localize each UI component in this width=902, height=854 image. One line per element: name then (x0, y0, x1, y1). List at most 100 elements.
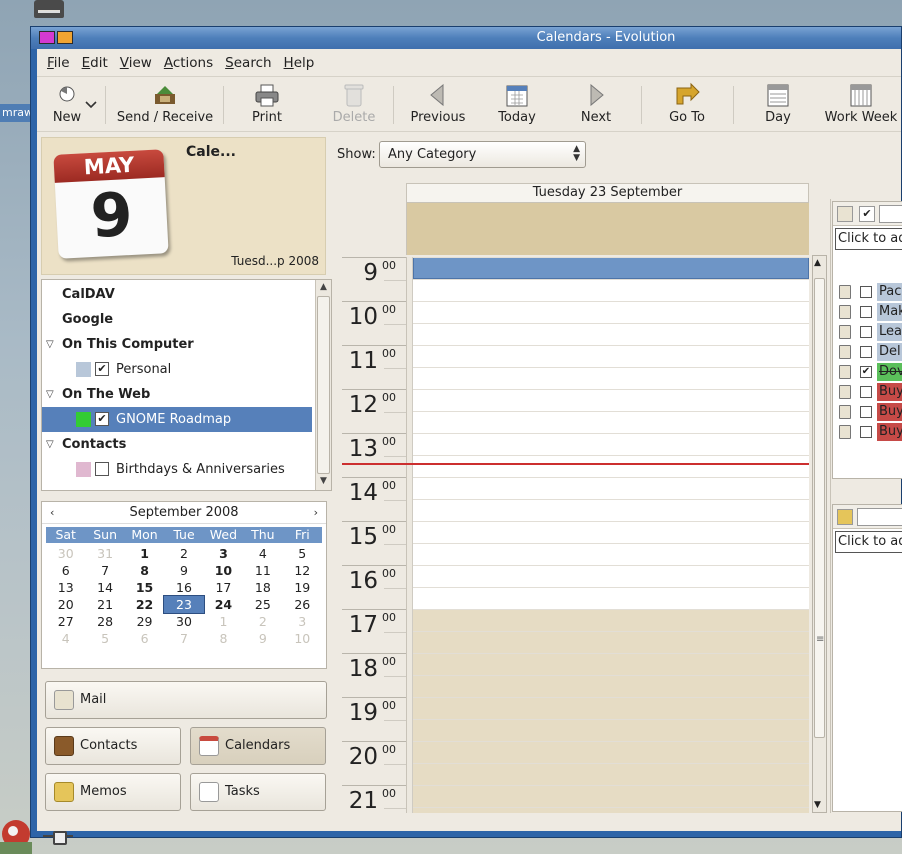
task-row[interactable]: Del (833, 342, 902, 362)
calendar-day[interactable]: 2 (164, 545, 203, 562)
source-item-gnome-roadmap[interactable]: ✔ GNOME Roadmap (42, 407, 312, 432)
calendar-day[interactable]: 8 (204, 630, 243, 647)
menu-edit[interactable]: Edit (76, 55, 114, 71)
print-button[interactable]: Print (233, 80, 301, 128)
calendar-day[interactable]: 10 (283, 630, 322, 647)
source-list-scrollbar[interactable]: ▲ ▼ (315, 280, 331, 490)
calendar-day[interactable]: 30 (46, 545, 85, 562)
time-slot[interactable] (413, 587, 809, 609)
calendar-day[interactable]: 17 (204, 579, 243, 596)
work-week-button[interactable]: Work Week (819, 80, 902, 128)
calendar-day[interactable]: 13 (46, 579, 85, 596)
calendar-day[interactable]: 29 (125, 613, 164, 630)
task-checkbox[interactable] (860, 346, 872, 358)
task-row[interactable]: Buy (833, 402, 902, 422)
time-slot[interactable] (413, 433, 809, 455)
all-day-events-area[interactable] (406, 203, 809, 255)
memo-type-column-icon[interactable] (837, 509, 853, 525)
calendar-day[interactable]: 31 (85, 545, 124, 562)
prev-month-button[interactable]: ‹ (50, 506, 54, 519)
calendar-day[interactable]: 3 (283, 613, 322, 630)
source-item-personal[interactable]: ✔ Personal (42, 357, 312, 382)
summary-column-header[interactable] (857, 508, 902, 526)
scrollbar-thumb[interactable] (814, 278, 825, 738)
time-slot[interactable] (413, 323, 809, 345)
calendar-day[interactable]: 23 (163, 595, 205, 614)
calendar-day[interactable]: 5 (283, 545, 322, 562)
calendar-day[interactable]: 1 (204, 613, 243, 630)
source-group-on-the-web[interactable]: ▽ On The Web (42, 382, 312, 407)
time-slot[interactable] (413, 279, 809, 301)
summary-column-header[interactable] (879, 205, 902, 223)
time-slot[interactable] (413, 763, 809, 785)
calendar-day[interactable]: 9 (243, 630, 282, 647)
time-slot[interactable] (413, 345, 809, 367)
calendar-day[interactable]: 2 (243, 613, 282, 630)
task-row[interactable]: Buy (833, 422, 902, 442)
task-checkbox[interactable] (860, 426, 872, 438)
calendar-day[interactable]: 5 (85, 630, 124, 647)
menu-actions[interactable]: Actions (158, 55, 219, 71)
scroll-down-icon[interactable]: ▼ (318, 476, 329, 488)
task-checkbox[interactable] (860, 306, 872, 318)
category-select[interactable]: Any Category ▲ ▼ (379, 141, 586, 168)
calendar-day[interactable]: 6 (46, 562, 85, 579)
next-button[interactable]: Next (563, 80, 629, 128)
time-slot[interactable] (413, 521, 809, 543)
day-column[interactable] (406, 257, 809, 813)
task-row[interactable]: ✔ Dov (833, 362, 902, 382)
calendar-day[interactable]: 14 (85, 579, 124, 596)
click-to-add-task[interactable]: Click to ad (835, 228, 902, 250)
task-row[interactable]: Buy (833, 382, 902, 402)
time-slot[interactable] (413, 741, 809, 763)
desktop-computer-icon[interactable] (30, 0, 70, 26)
task-type-column-icon[interactable] (837, 206, 853, 222)
time-slot[interactable] (413, 609, 809, 631)
menu-file[interactable]: File (41, 55, 76, 71)
calendar-day[interactable]: 24 (204, 596, 243, 613)
new-dropdown-button[interactable] (83, 80, 99, 128)
task-checkbox[interactable] (860, 326, 872, 338)
scroll-down-icon[interactable]: ▼ (814, 800, 821, 810)
time-slot[interactable] (413, 367, 809, 389)
send-receive-button[interactable]: Send / Receive (113, 80, 217, 128)
next-month-button[interactable]: › (314, 506, 318, 519)
calendar-day[interactable]: 11 (243, 562, 282, 579)
source-item-birthdays[interactable]: Birthdays & Anniversaries (42, 457, 312, 482)
time-slot[interactable] (413, 675, 809, 697)
menu-help[interactable]: Help (278, 55, 321, 71)
calendar-day[interactable]: 30 (164, 613, 203, 630)
delete-button[interactable]: Delete (319, 80, 389, 128)
time-slot[interactable] (413, 697, 809, 719)
time-slot[interactable] (413, 565, 809, 587)
time-slot[interactable] (413, 257, 809, 279)
scroll-up-icon[interactable]: ▲ (814, 258, 821, 268)
checkbox-unchecked[interactable] (95, 462, 109, 476)
calendar-day[interactable]: 4 (46, 630, 85, 647)
task-row[interactable]: Lea (833, 322, 902, 342)
calendar-day[interactable]: 6 (125, 630, 164, 647)
time-slot[interactable] (413, 477, 809, 499)
time-slot[interactable] (413, 411, 809, 433)
time-slot[interactable] (413, 389, 809, 411)
calendar-day[interactable]: 3 (204, 545, 243, 562)
source-group-caldav[interactable]: CalDAV (42, 282, 312, 307)
task-checkbox[interactable] (860, 386, 872, 398)
task-row[interactable]: Mak (833, 302, 902, 322)
time-slot[interactable] (413, 719, 809, 741)
calendar-day[interactable]: 25 (243, 596, 282, 613)
source-group-on-this-computer[interactable]: ▽ On This Computer (42, 332, 312, 357)
time-slot[interactable] (413, 807, 809, 813)
today-button[interactable]: Today (483, 80, 551, 128)
time-slot[interactable] (413, 455, 809, 477)
online-status-icon[interactable] (43, 831, 73, 845)
time-slot[interactable] (413, 499, 809, 521)
calendar-day[interactable]: 9 (164, 562, 203, 579)
switcher-memos-button[interactable]: Memos (45, 773, 181, 811)
time-slot[interactable] (413, 631, 809, 653)
time-slot[interactable] (413, 543, 809, 565)
scrollbar-thumb[interactable] (317, 296, 330, 474)
desktop-icon-label[interactable]: mraw (0, 104, 32, 122)
calendar-day[interactable]: 16 (164, 579, 203, 596)
calendar-day[interactable]: 15 (125, 579, 164, 596)
